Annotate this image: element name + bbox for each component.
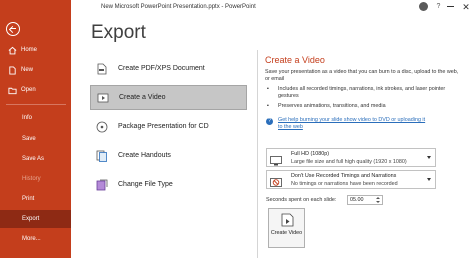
sidebar-item-label: Save <box>22 136 36 142</box>
backstage-sidebar: Home New Open Info Save Save As History <box>0 0 71 258</box>
dropdown-value: Full HD (1080p) <box>291 151 330 157</box>
sidebar-item-label: Print <box>22 196 35 202</box>
sidebar-item-home[interactable]: Home <box>0 41 71 59</box>
timings-dropdown[interactable]: Don't Use Recorded Timings and Narration… <box>266 170 436 189</box>
sidebar-item-label: Home <box>21 47 38 53</box>
quality-dropdown[interactable]: Full HD (1080p) Large file size and full… <box>266 148 436 167</box>
sidebar-item-open[interactable]: Open <box>0 81 71 99</box>
export-option-file-type[interactable]: Change File Type <box>90 172 247 197</box>
no-timings-icon <box>270 175 282 187</box>
export-option-label: Create PDF/XPS Document <box>118 65 205 72</box>
create-video-button[interactable]: Create Video <box>268 208 305 248</box>
video-icon <box>97 92 109 104</box>
export-option-label: Create Handouts <box>118 152 171 159</box>
sidebar-item-history: History <box>0 170 71 188</box>
sidebar-divider <box>6 104 66 105</box>
close-icon[interactable]: ✕ <box>460 1 472 13</box>
sidebar-item-print[interactable]: Print <box>0 190 71 208</box>
sidebar-item-new[interactable]: New <box>0 61 71 79</box>
cd-icon <box>96 121 108 133</box>
sidebar-item-save[interactable]: Save <box>0 130 71 148</box>
chevron-down-icon <box>427 156 431 159</box>
title-bar: New Microsoft PowerPoint Presentation.pp… <box>71 0 474 14</box>
dropdown-value: Don't Use Recorded Timings and Narration… <box>291 173 397 179</box>
bullet-icon: ▪ <box>267 103 269 109</box>
help-link[interactable]: Get help burning your slide show video t… <box>278 117 428 131</box>
file-type-icon <box>96 179 108 191</box>
bullet-text: Preserves animations, transitions, and m… <box>278 103 386 109</box>
window-title: New Microsoft PowerPoint Presentation.pp… <box>101 4 256 10</box>
sidebar-item-label: Export <box>22 216 40 222</box>
sidebar-item-export[interactable]: Export <box>0 210 71 228</box>
help-icon[interactable]: ? <box>432 1 445 13</box>
account-avatar[interactable] <box>419 2 428 11</box>
sidebar-item-label: Open <box>21 87 36 93</box>
dropdown-description: No timings or narrations have been recor… <box>291 181 398 187</box>
spinner-icon[interactable] <box>376 197 381 203</box>
chevron-down-icon <box>427 178 431 181</box>
powerpoint-backstage: Home New Open Info Save Save As History <box>0 0 474 258</box>
new-document-icon <box>7 65 17 75</box>
info-icon: ? <box>266 118 273 125</box>
minimize-icon[interactable] <box>447 6 454 7</box>
handouts-icon <box>96 150 108 162</box>
folder-open-icon <box>7 85 17 95</box>
panel-description: Save your presentation as a video that y… <box>265 69 459 82</box>
export-option-video[interactable]: Create a Video <box>90 85 247 110</box>
export-option-label: Package Presentation for CD <box>118 123 209 130</box>
pdf-document-icon <box>96 63 108 75</box>
page-title: Export <box>91 22 146 43</box>
sidebar-item-more[interactable]: More... <box>0 230 71 248</box>
panel-heading: Create a Video <box>265 55 325 65</box>
bullet-icon: ▪ <box>267 86 269 92</box>
sidebar-item-save-as[interactable]: Save As <box>0 150 71 168</box>
export-option-handouts[interactable]: Create Handouts <box>90 143 247 168</box>
sidebar-item-label: History <box>22 176 41 182</box>
back-arrow-icon[interactable] <box>6 22 20 36</box>
export-option-pdf[interactable]: Create PDF/XPS Document <box>90 56 247 81</box>
home-icon <box>7 45 17 55</box>
dropdown-description: Large file size and full high quality (1… <box>291 159 407 165</box>
create-video-label: Create Video <box>270 230 303 236</box>
sidebar-item-label: New <box>21 67 34 73</box>
bullet-text: Includes all recorded timings, narration… <box>278 86 446 99</box>
panel-divider <box>257 50 258 258</box>
create-video-icon <box>281 213 294 227</box>
sidebar-item-label: Save As <box>22 156 45 162</box>
export-option-label: Change File Type <box>118 181 173 188</box>
sidebar-item-label: Info <box>22 115 33 121</box>
seconds-label: Seconds spent on each slide: <box>266 197 337 203</box>
sidebar-item-label: More... <box>22 236 41 242</box>
monitor-icon <box>270 153 282 166</box>
export-option-package-cd[interactable]: Package Presentation for CD <box>90 114 247 139</box>
sidebar-item-info[interactable]: Info <box>0 109 71 127</box>
export-option-label: Create a Video <box>119 94 166 101</box>
